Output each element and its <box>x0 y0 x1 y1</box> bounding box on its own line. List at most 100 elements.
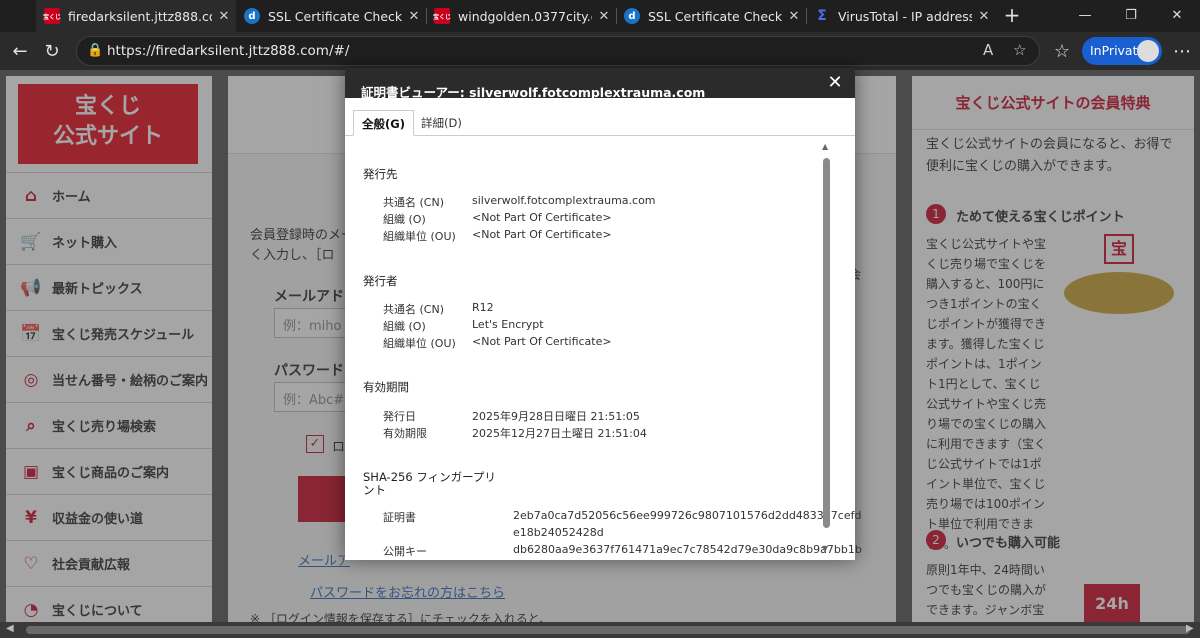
field-label: 組織 (O) <box>383 320 426 333</box>
dialog-scrollbar[interactable]: ▲ ▼ <box>821 142 833 558</box>
favorite-star-icon[interactable]: ☆ <box>1013 41 1026 59</box>
field-value: 2eb7a0ca7d52056c56ee999726c9807101576d2d… <box>513 509 862 522</box>
heart-icon: ♡ <box>23 553 39 574</box>
tab-firedarksilent[interactable]: 宝くじ firedarksilent.jttz888.com ✕ <box>36 0 236 32</box>
virustotal-favicon-icon: Σ <box>817 8 827 24</box>
step-number: 2 <box>926 530 946 550</box>
field-label: 発行日 <box>383 410 416 423</box>
calendar-icon: 📅 <box>20 323 42 344</box>
field-label: 組織単位 (OU) <box>383 230 456 243</box>
dialog-tabs: 全般(G) 詳細(D) <box>345 98 855 136</box>
benefits-intro: 宝くじ公式サイトの会員になると、お得で便利に宝くじの購入ができます。 <box>926 137 1173 174</box>
yen-icon: ¥ <box>25 507 37 528</box>
megaphone-icon: 📢 <box>20 277 42 298</box>
scroll-down-icon[interactable]: ▼ <box>822 544 828 553</box>
sidebar-item-label: 宝くじ売り場検索 <box>52 420 157 435</box>
field-label: 組織単位 (OU) <box>383 337 456 350</box>
benefits-title: 宝くじ公式サイトの会員特典 <box>912 76 1194 130</box>
sidebar-item-schedule[interactable]: 📅 宝くじ発売スケジュール <box>6 310 212 356</box>
sidebar-item-label: ホーム <box>52 190 91 205</box>
tab-ssl-checker-2[interactable]: d SSL Certificate Checker - D ✕ <box>616 0 806 32</box>
step-body: 宝くじ公式サイトや宝くじ売り場で宝くじを購入すると、100円につき1ポイントの宝… <box>926 237 1047 551</box>
close-tab-icon[interactable]: ✕ <box>402 9 426 24</box>
takarakuji-favicon-icon: 宝くじ <box>43 8 61 24</box>
tab-title: firedarksilent.jttz888.com <box>68 8 212 24</box>
pie-icon: ◔ <box>23 599 39 620</box>
takarakuji-logo[interactable]: 宝くじ 公式サイト <box>18 84 198 164</box>
forgot-password-link[interactable]: パスワードをお忘れの方はこちら <box>310 582 505 601</box>
sidebar-item-products[interactable]: ▣ 宝くじ商品のご案内 <box>6 448 212 494</box>
field-value: Let's Encrypt <box>472 318 544 331</box>
sidebar-item-social[interactable]: ♡ 社会貢献広報 <box>6 540 212 586</box>
remember-label: ロ <box>332 440 346 455</box>
close-tab-icon[interactable]: ✕ <box>782 9 806 24</box>
scroll-right-icon[interactable]: ▶ <box>1186 623 1194 634</box>
field-value: <Not Part Of Certificate> <box>472 335 612 348</box>
minimize-icon[interactable]: — <box>1062 0 1108 32</box>
note-text: ※ ［ログイン情報を保存する］にチェックを入れると、 <box>250 612 552 622</box>
sidebar-item-home[interactable]: ⌂ ホーム <box>6 172 212 218</box>
step-number: 1 <box>926 204 946 224</box>
field-value: 2025年12月27日土曜日 21:51:04 <box>472 427 647 440</box>
sidebar-item-label: 宝くじ商品のご案内 <box>52 466 170 481</box>
read-aloud-icon[interactable]: A <box>983 41 993 59</box>
scroll-thumb[interactable] <box>823 158 830 528</box>
home-icon: ⌂ <box>24 185 38 206</box>
sidebar-item-store-search[interactable]: ⌕ 宝くじ売り場検索 <box>6 402 212 448</box>
sidebar-item-net-purchase[interactable]: 🛒 ネット購入 <box>6 218 212 264</box>
tab-details[interactable]: 詳細(D) <box>413 110 470 136</box>
scroll-left-icon[interactable]: ◀ <box>6 623 14 634</box>
close-tab-icon[interactable]: ✕ <box>212 9 236 24</box>
sidebar-item-topics[interactable]: 📢 最新トピックス <box>6 264 212 310</box>
laptop-24h-icon: 24h <box>1084 584 1140 622</box>
coins-icon <box>1064 272 1174 314</box>
restore-icon[interactable]: ❐ <box>1108 0 1154 32</box>
field-label: 有効期限 <box>383 427 427 440</box>
sidebar-item-label: 最新トピックス <box>52 282 143 297</box>
field-label: 共通名 (CN) <box>383 303 444 316</box>
field-value: e18b24052428d <box>513 526 604 539</box>
reload-icon[interactable]: ↻ <box>38 38 66 66</box>
cart-icon: 🛒 <box>20 231 42 252</box>
inprivate-button[interactable]: InPrivate <box>1082 37 1162 65</box>
close-tab-icon[interactable]: ✕ <box>592 9 616 24</box>
step-body: 原則1年中、24時間いつでも宝くじの購入ができます。ジャンボ宝くじ等の普 <box>926 563 1047 617</box>
register-link[interactable]: メールア <box>298 550 350 569</box>
point-logo-icon: 宝 <box>1104 234 1134 264</box>
tab-title: SSL Certificate Checker - D <box>648 8 782 24</box>
tab-general[interactable]: 全般(G) <box>353 110 414 136</box>
email-field[interactable]: 例：miho <box>274 308 354 338</box>
back-icon[interactable]: ← <box>6 38 34 66</box>
url-input[interactable]: 🔒 https://firedarksilent.jttz888.com/#/ … <box>76 36 1040 66</box>
password-field[interactable]: 例：Abc# <box>274 382 354 412</box>
intro-text: く入力し、［ロ <box>250 248 335 263</box>
tab-virustotal[interactable]: Σ VirusTotal - IP address - 43 ✕ <box>806 0 996 32</box>
avatar <box>1137 40 1159 62</box>
tab-windgolden[interactable]: 宝くじ windgolden.0377city.com ✕ <box>426 0 616 32</box>
close-window-icon[interactable]: ✕ <box>1154 0 1200 32</box>
new-tab-icon[interactable]: + <box>1000 4 1024 28</box>
digicert-favicon-icon: d <box>244 8 260 24</box>
field-value: <Not Part Of Certificate> <box>472 211 612 224</box>
url-text: https://firedarksilent.jttz888.com/#/ <box>107 43 350 59</box>
sidebar-item-proceeds[interactable]: ¥ 収益金の使い道 <box>6 494 212 540</box>
favorites-icon[interactable]: ☆ <box>1048 38 1076 66</box>
field-value: 2025年9月28日日曜日 21:51:05 <box>472 410 640 423</box>
tab-title: SSL Certificate Checker - D <box>268 8 402 24</box>
sidebar-item-winning-numbers[interactable]: ◎ 当せん番号・絵柄のご案内 <box>6 356 212 402</box>
lock-icon[interactable]: 🔒 <box>87 43 103 58</box>
scroll-thumb[interactable] <box>26 626 1190 634</box>
password-label: パスワード <box>274 363 344 379</box>
sidebar-item-about[interactable]: ◔ 宝くじについて <box>6 586 212 622</box>
horizontal-scrollbar[interactable]: ◀ ▶ <box>0 622 1200 638</box>
remember-checkbox[interactable]: ✓ <box>306 435 324 453</box>
scroll-up-icon[interactable]: ▲ <box>822 142 828 151</box>
store-search-icon: ⌕ <box>26 415 36 436</box>
field-value: <Not Part Of Certificate> <box>472 228 612 241</box>
more-menu-icon[interactable]: ⋯ <box>1168 38 1196 66</box>
close-dialog-icon[interactable]: ✕ <box>823 71 847 95</box>
target-icon: ◎ <box>23 369 39 390</box>
ticket-icon: ▣ <box>22 461 40 482</box>
close-tab-icon[interactable]: ✕ <box>972 9 996 24</box>
tab-ssl-checker-1[interactable]: d SSL Certificate Checker - D ✕ <box>236 0 426 32</box>
